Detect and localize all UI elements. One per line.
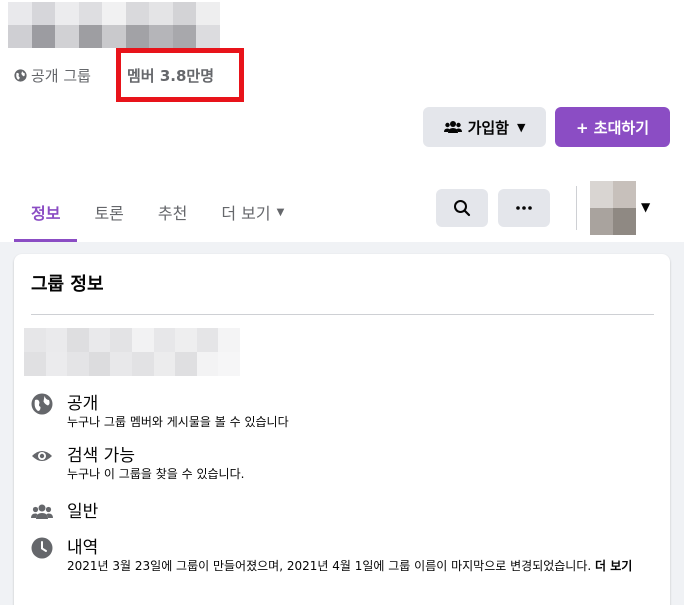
privacy-label: 공개 그룹 bbox=[31, 66, 91, 85]
caret-down-icon: ▼ bbox=[516, 120, 526, 134]
avatar[interactable] bbox=[590, 181, 636, 235]
see-more-link[interactable]: 더 보기 bbox=[595, 559, 632, 573]
group-info-card: 그룹 정보 공개 누구나 그룹 멤버와 게시물을 볼 수 있습니다 검색 가능 … bbox=[14, 254, 670, 605]
eye-icon bbox=[32, 451, 52, 461]
tab-label: 더 보기 bbox=[221, 204, 271, 223]
card-title: 그룹 정보 bbox=[31, 274, 104, 295]
globe-icon bbox=[31, 393, 53, 415]
more-options-button[interactable] bbox=[498, 189, 550, 227]
info-desc: 누구나 이 그룹을 찾을 수 있습니다. bbox=[67, 467, 245, 481]
divider bbox=[576, 186, 577, 230]
invite-button[interactable]: + 초대하기 bbox=[555, 107, 670, 147]
people-icon bbox=[31, 504, 53, 519]
tab-more[interactable]: 더 보기 ▼ bbox=[204, 184, 301, 240]
joined-button[interactable]: 가입함 ▼ bbox=[423, 107, 546, 147]
globe-icon bbox=[14, 68, 27, 82]
divider bbox=[31, 314, 654, 315]
info-title: 검색 가능 bbox=[67, 446, 135, 466]
joined-label: 가입함 bbox=[467, 118, 509, 137]
invite-label: + 초대하기 bbox=[576, 118, 649, 137]
info-title: 일반 bbox=[67, 502, 99, 522]
clock-icon bbox=[31, 537, 53, 559]
search-icon bbox=[454, 200, 471, 217]
tab-about[interactable]: 정보 bbox=[14, 184, 78, 242]
group-tabs: 정보 토론 추천 더 보기 ▼ bbox=[14, 184, 301, 242]
group-header: 공개 그룹 멤버 3.8만명 가입함 ▼ + 초대하기 정보 토론 추천 더 보… bbox=[0, 0, 684, 242]
tab-label: 토론 bbox=[94, 204, 124, 223]
tab-discussion[interactable]: 토론 bbox=[77, 184, 140, 240]
blurred-group-name bbox=[8, 2, 220, 48]
tab-label: 추천 bbox=[157, 204, 188, 223]
blurred-description bbox=[24, 328, 240, 376]
caret-down-icon[interactable]: ▼ bbox=[641, 200, 650, 214]
member-count-highlight[interactable]: 멤버 3.8만명 bbox=[116, 48, 244, 102]
info-title: 공개 bbox=[67, 394, 99, 414]
group-privacy: 공개 그룹 bbox=[14, 64, 91, 86]
info-title: 내역 bbox=[67, 538, 99, 558]
people-icon bbox=[443, 120, 462, 134]
search-button[interactable] bbox=[436, 189, 488, 227]
tab-featured[interactable]: 추천 bbox=[141, 184, 204, 240]
info-desc: 2021년 3월 23일에 그룹이 만들어졌으며, 2021년 4월 1일에 그… bbox=[67, 558, 667, 575]
caret-down-icon: ▼ bbox=[276, 206, 285, 218]
history-text: 2021년 3월 23일에 그룹이 만들어졌으며, 2021년 4월 1일에 그… bbox=[67, 559, 592, 573]
more-icon bbox=[516, 206, 532, 210]
member-count[interactable]: 멤버 3.8만명 bbox=[127, 65, 214, 86]
tab-label: 정보 bbox=[31, 204, 61, 223]
info-desc: 누구나 그룹 멤버와 게시물을 볼 수 있습니다 bbox=[67, 415, 289, 429]
